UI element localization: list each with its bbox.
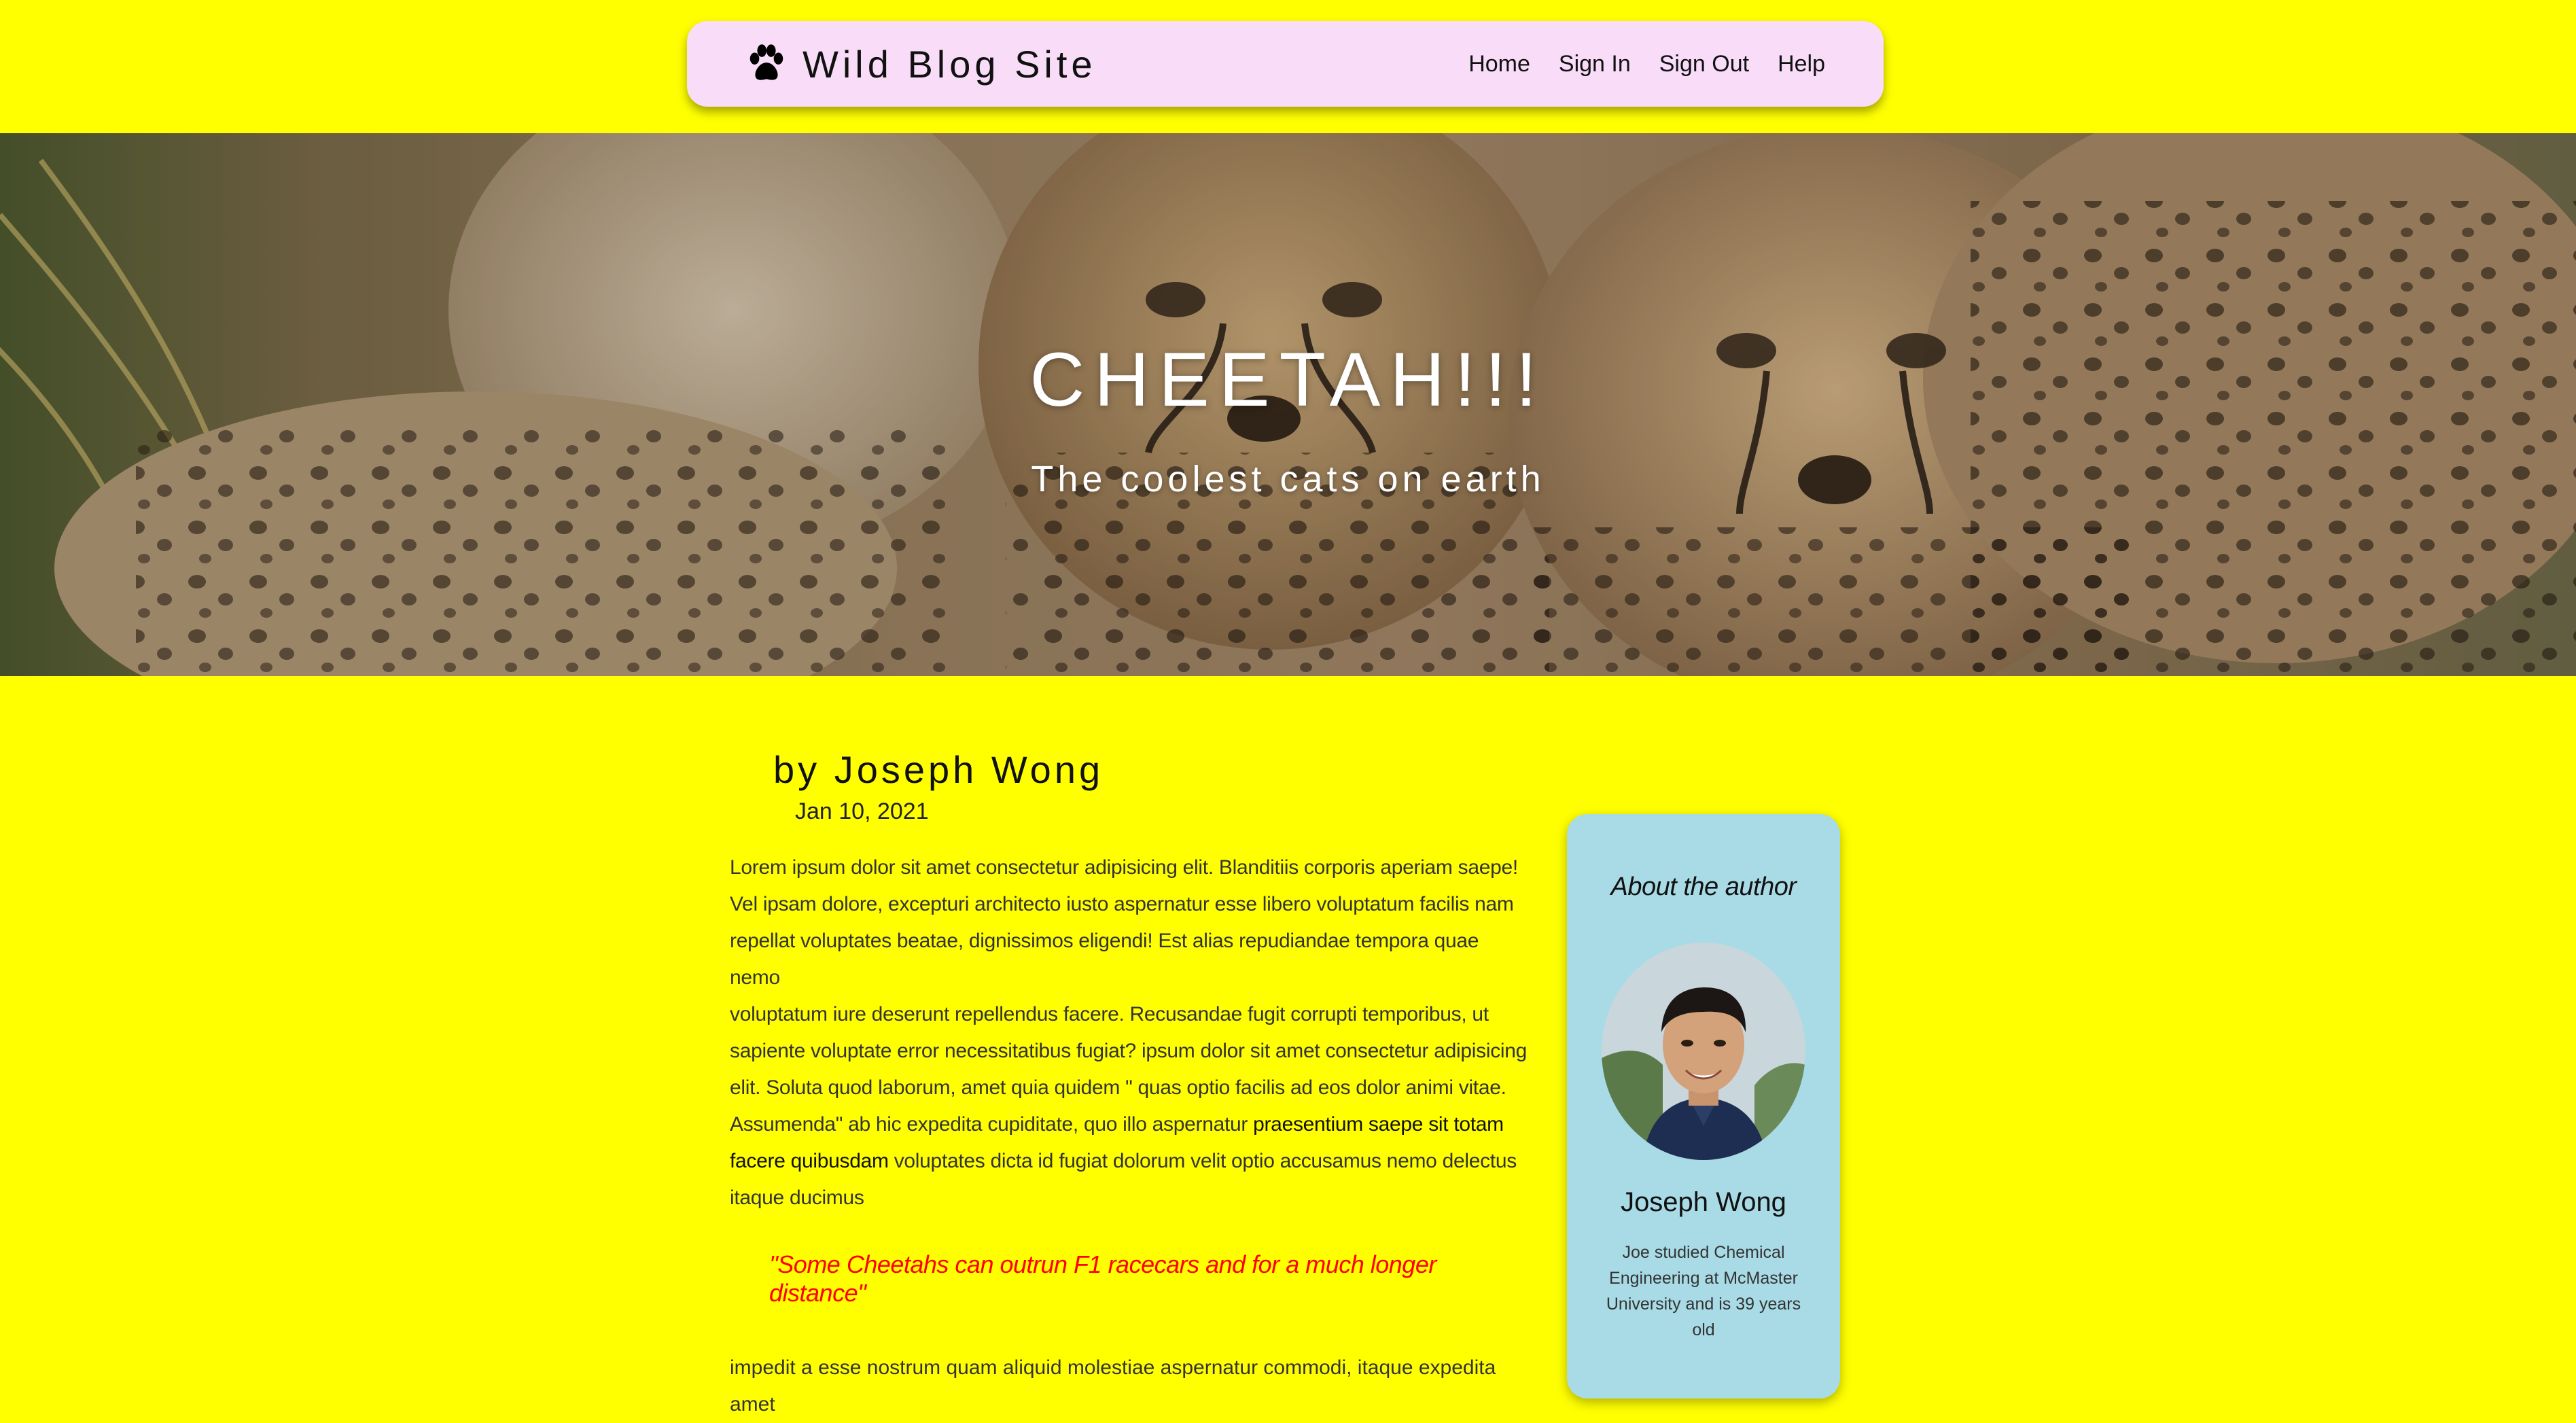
hero-text: CHEETAH!!! The coolest cats on earth [0, 133, 2576, 676]
paw-icon [749, 44, 783, 80]
author-card: About the author Joseph Wong Joe studied… [1567, 814, 1840, 1399]
brand-link[interactable]: Wild Blog Site [745, 42, 1097, 86]
brand-name: Wild Blog Site [802, 42, 1097, 86]
nav-link-help[interactable]: Help [1778, 51, 1825, 77]
paragraph-line: Lorem ipsum dolor sit amet consectetur a… [730, 856, 1518, 879]
emphasized-text: praesentium saepe sit totam [1253, 1113, 1504, 1136]
article-byline: by Joseph Wong [773, 748, 1104, 791]
post-date: Jan 10, 2021 [795, 798, 929, 824]
author-card-heading: About the author [1610, 873, 1797, 901]
hero-subtitle: The coolest cats on earth [1031, 459, 1545, 499]
paragraph-line: repellat voluptates beatae, dignissimos … [730, 930, 1479, 989]
paragraph-line: voluptates dicta id fugiat dolorum velit… [888, 1150, 1517, 1172]
article: by Joseph Wong Jan 10, 2021 Lorem ipsum … [730, 748, 1532, 1423]
author-bio: Joe studied Chemical Engineering at McMa… [1606, 1243, 1801, 1339]
paragraph-line: voluptatum iure deserunt repellendus fac… [730, 1003, 1489, 1025]
emphasized-text: facere quibusdam [730, 1150, 889, 1172]
author-name: Joseph Wong [1621, 1187, 1786, 1217]
paragraph-line: Assumenda" ab hic expedita cupiditate, q… [730, 1113, 1254, 1136]
article-paragraph: Lorem ipsum dolor sit amet consectetur a… [730, 849, 1532, 1216]
paragraph-line: sapiente voluptate error necessitatibus … [730, 1040, 1528, 1062]
paragraph-line: elit. Soluta quod laborum, amet quia qui… [730, 1076, 1506, 1099]
nav-links: Home Sign In Sign Out Help [1468, 51, 1825, 77]
nav-link-sign-out[interactable]: Sign Out [1659, 51, 1749, 77]
paragraph-line: itaque ducimus [730, 1187, 864, 1209]
navbar: Wild Blog Site Home Sign In Sign Out Hel… [687, 21, 1884, 107]
hero-banner: CHEETAH!!! The coolest cats on earth [0, 133, 2576, 676]
hero-title: CHEETAH!!! [1029, 337, 1547, 422]
pull-quote: "Some Cheetahs can outrun F1 racecars an… [769, 1250, 1436, 1307]
nav-link-home[interactable]: Home [1468, 51, 1530, 77]
article-paragraph-2: impedit a esse nostrum quam aliquid mole… [730, 1356, 1496, 1416]
author-avatar [1602, 943, 1805, 1160]
paragraph-line: Vel ipsam dolore, excepturi architecto i… [730, 893, 1514, 915]
nav-link-sign-in[interactable]: Sign In [1559, 51, 1631, 77]
